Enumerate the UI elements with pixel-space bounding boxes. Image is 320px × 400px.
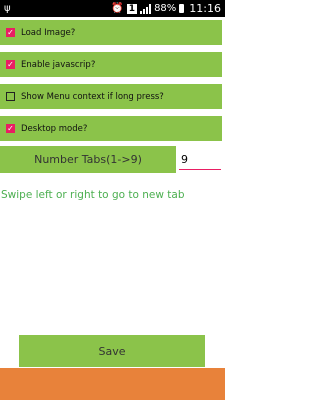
alarm-icon: ⏰ xyxy=(111,3,124,14)
usb-icon: ψ xyxy=(4,3,11,14)
option-enable-javascript[interactable]: ✓ Enable javascrip? xyxy=(0,52,222,77)
bottom-bar xyxy=(0,368,225,400)
number-tabs-label: Number Tabs(1->9) xyxy=(0,146,176,173)
option-show-menu-context[interactable]: Show Menu context if long press? xyxy=(0,84,222,109)
checkbox-show-menu-context[interactable] xyxy=(6,92,15,101)
checkbox-enable-javascript[interactable]: ✓ xyxy=(6,60,15,69)
option-desktop-mode[interactable]: ✓ Desktop mode? xyxy=(0,116,222,141)
battery-text: 88% xyxy=(154,3,177,14)
save-button[interactable]: Save xyxy=(19,335,205,367)
number-tabs-input[interactable] xyxy=(179,150,221,170)
status-icons: ⏰ 1 88% 11:16 xyxy=(111,2,221,15)
checkbox-desktop-mode[interactable]: ✓ xyxy=(6,124,15,133)
signal-icon xyxy=(140,3,152,14)
option-load-image[interactable]: ✓ Load Image? xyxy=(0,20,222,45)
swipe-hint: Swipe left or right to go to new tab xyxy=(1,189,185,201)
option-label: Show Menu context if long press? xyxy=(21,91,164,102)
sim-badge: 1 xyxy=(126,3,138,14)
status-bar: ψ ⏰ 1 88% 11:16 xyxy=(0,0,225,17)
option-label: Enable javascrip? xyxy=(21,59,96,70)
option-label: Load Image? xyxy=(21,27,76,38)
checkbox-load-image[interactable]: ✓ xyxy=(6,28,15,37)
option-label: Desktop mode? xyxy=(21,123,88,134)
clock: 11:16 xyxy=(189,2,221,15)
battery-icon xyxy=(179,4,185,13)
